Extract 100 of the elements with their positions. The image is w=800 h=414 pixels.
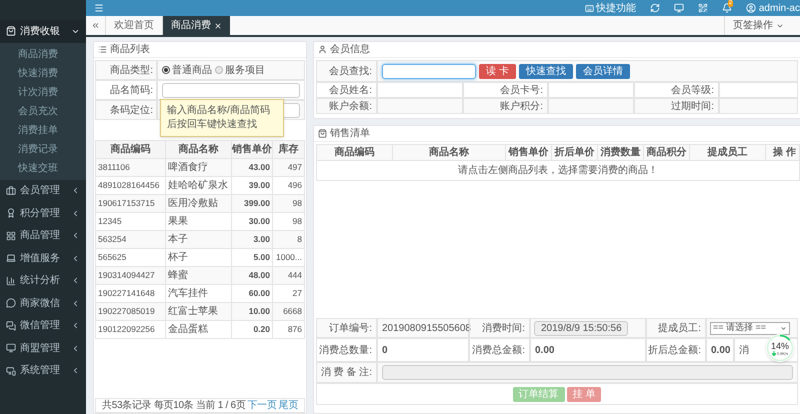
chevron-left-icon	[71, 298, 80, 308]
field-label: 消费总金额:	[469, 338, 530, 362]
field-label: 账户积分:	[463, 98, 548, 114]
submenu-item[interactable]: 计次消费	[0, 82, 86, 102]
column-header: 销售单价	[232, 140, 272, 158]
sidebar-menu-item[interactable]: 商盟管理	[0, 337, 86, 360]
total-amount: 0.00	[530, 338, 646, 362]
sidebar-menu-item[interactable]: 微信管理	[0, 314, 86, 337]
double-chevron-left-icon	[91, 21, 100, 30]
product-row[interactable]: 12345 果果 30.00 98	[96, 212, 304, 230]
member-search-input[interactable]	[382, 64, 476, 78]
total-quantity: 0	[377, 338, 469, 362]
pagination-info: 共53条记录 每页10条 当前 1 / 6页	[102, 398, 246, 413]
product-row[interactable]: 190227085019 红富士苹果 10.00 6668	[96, 302, 304, 320]
bag-icon	[318, 129, 327, 138]
action-button[interactable]: 读 卡	[479, 64, 516, 78]
column-header: 商品编码	[316, 144, 392, 160]
sidebar-menu-item[interactable]: 商品管理	[0, 224, 86, 247]
column-header: 提成员工	[690, 144, 766, 160]
field-label: 过期时间:	[634, 98, 719, 114]
field-label: 会员姓名:	[316, 82, 377, 98]
panel-title: 会员信息	[330, 42, 370, 57]
product-row[interactable]: 190122092256 金品蛋糕 0.20 876	[96, 320, 304, 338]
hint-tooltip: 输入商品名称/商品简码后按回车键快速查找	[160, 99, 284, 137]
close-icon[interactable]	[214, 22, 222, 30]
sidebar-menu-item[interactable]: 消费收银	[0, 20, 86, 42]
product-row[interactable]: 563254 本子 3.00 8	[96, 230, 304, 248]
table-cell: 876	[272, 320, 304, 338]
field-label: 会员查找:	[316, 60, 377, 82]
radio-label: 服务项目	[225, 64, 265, 78]
sidebar-menu-item[interactable]: 商家微信	[0, 292, 86, 314]
down-arrow-icon	[772, 350, 776, 356]
next-page-link[interactable]: 下一页	[247, 398, 277, 413]
column-header: 商品名称	[166, 140, 232, 158]
tab-actions-button[interactable]: 页签操作	[724, 16, 792, 35]
submenu-item[interactable]: 消费挂单	[0, 120, 86, 140]
action-button[interactable]: 快速查找	[518, 64, 573, 78]
empty-message: 请点击左侧商品列表，选择需要消费的商品！	[316, 160, 800, 180]
submenu-item[interactable]: 消费记录	[0, 140, 86, 158]
field-label: 消 费 备 注:	[316, 362, 377, 383]
user-menu[interactable]: admin-ac	[746, 0, 800, 16]
field-label: 品名简码:	[95, 80, 157, 100]
column-header: 折后单价	[552, 144, 598, 160]
panel-title: 销售清单	[330, 126, 370, 141]
field-label: 折后总金额:	[646, 338, 706, 362]
radio-label: 普通商品	[172, 64, 212, 78]
submenu-item[interactable]: 快速交班	[0, 158, 86, 178]
refresh-icon[interactable]	[650, 3, 660, 13]
monitor-icon[interactable]	[674, 3, 684, 13]
shortcut-button[interactable]: 快捷功能	[584, 0, 636, 16]
table-cell: 金品蛋糕	[166, 320, 232, 338]
product-row[interactable]: 190314094427 蜂蜜 48.00 444	[96, 266, 304, 284]
sidebar-menu-item[interactable]: 系统管理	[0, 360, 86, 382]
order-number: 2019080915505608	[377, 318, 469, 338]
field-label: 商品类型:	[95, 60, 157, 80]
submenu-item[interactable]: 会员充次	[0, 102, 86, 120]
sidebar-menu-item[interactable]: 增值服务	[0, 247, 86, 270]
column-header: 库存	[272, 140, 304, 158]
time-field: 2019/8/9 15:50:56	[534, 320, 628, 336]
sidebar-menu-item[interactable]: 会员管理	[0, 180, 86, 202]
field-label: 会员卡号:	[463, 82, 548, 98]
field-label: 消费总数量:	[316, 338, 377, 362]
action-button[interactable]: 会员详情	[576, 64, 630, 78]
note-input[interactable]	[382, 365, 793, 380]
submenu-item[interactable]: 商品消费	[0, 44, 86, 64]
field-label: 订单编号:	[316, 318, 377, 338]
last-page-link[interactable]: 尾页	[278, 398, 298, 413]
bell-icon[interactable]	[722, 3, 732, 13]
product-row[interactable]: 190227141648 汽车挂件 60.00 27	[96, 284, 304, 302]
list-icon	[98, 45, 107, 54]
column-header: 销售单价	[506, 144, 552, 160]
product-row[interactable]: 3811106 啤酒食疗 43.00 497	[96, 158, 304, 176]
radio-button[interactable]	[162, 66, 170, 74]
name-code-input[interactable]	[162, 82, 300, 98]
page-tab[interactable]: 商品消费	[163, 16, 230, 35]
qr-code-icon[interactable]	[698, 3, 708, 13]
product-row[interactable]: 4891028164456 娃哈哈矿泉水 39.00 496	[96, 176, 304, 194]
column-header: 消费数量	[598, 144, 644, 160]
percent-text: 14%	[770, 340, 789, 350]
table-cell: 190122092256	[96, 320, 166, 338]
panel-title: 商品列表	[110, 42, 150, 57]
product-row[interactable]: 565625 杯子 5.00 1000...	[96, 248, 304, 266]
field-label: 消费时间:	[469, 318, 530, 338]
field-label: 账户余额:	[316, 98, 377, 114]
caret-icon	[780, 324, 787, 332]
sidebar-menu-item[interactable]: 统计分析	[0, 270, 86, 292]
field-label: 条码定位:	[95, 100, 157, 120]
sidebar-menu-item[interactable]: 积分管理	[0, 202, 86, 224]
column-header: 操 作	[766, 144, 800, 160]
chevron-left-icon	[71, 208, 80, 218]
discounted-amount: 0.00	[706, 338, 734, 362]
staff-select[interactable]: == 请选择 ==	[710, 322, 790, 334]
radio-button[interactable]	[215, 66, 223, 74]
product-row[interactable]: 190617153715 医用冷敷贴 399.00 98	[96, 194, 304, 212]
chevron-left-icon	[71, 344, 80, 353]
field-label: 会员等级:	[634, 82, 719, 98]
user-icon	[318, 45, 327, 54]
chevron-left-icon	[71, 231, 80, 240]
submenu-item[interactable]: 快速消费	[0, 64, 86, 82]
chevron-left-icon	[71, 366, 80, 376]
